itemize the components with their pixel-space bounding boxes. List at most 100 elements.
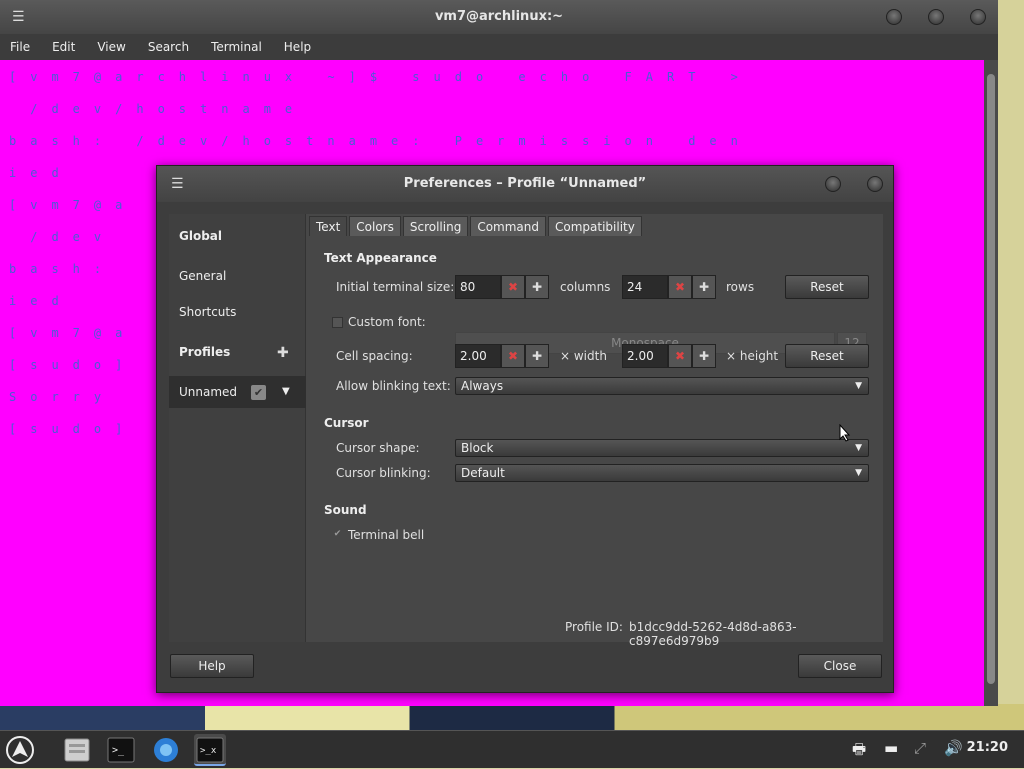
columns-label: columns [560, 280, 611, 294]
tab-scrolling[interactable]: Scrolling [402, 216, 469, 236]
close-button[interactable]: Close [798, 654, 882, 678]
dialog-close-window-button[interactable] [867, 176, 883, 192]
blinking-text-value: Always [461, 379, 504, 393]
sidebar-item-general[interactable]: General [179, 269, 226, 283]
sidebar-item-unnamed-profile[interactable]: Unnamed ✔ ▼ [169, 376, 306, 408]
profile-id-label: Profile ID: [565, 620, 623, 634]
cursor-blinking-label: Cursor blinking: [336, 466, 431, 480]
height-label: × height [726, 349, 779, 363]
terminal-line: Sorry [9, 390, 116, 404]
terminal-bell-label: Terminal bell [348, 528, 425, 542]
rows-increment-button[interactable]: ✚ [692, 275, 716, 299]
dialog-title: Preferences – Profile “Unnamed” [403, 176, 647, 191]
columns-decrement-button[interactable]: ✖ [501, 275, 525, 299]
menu-help[interactable]: Help [284, 40, 311, 54]
columns-increment-button[interactable]: ✚ [525, 275, 549, 299]
wallpaper [0, 704, 1024, 730]
maximize-button[interactable] [928, 9, 944, 25]
tab-command[interactable]: Command [470, 216, 547, 236]
printer-icon[interactable]: 🖶 [852, 739, 866, 764]
terminal-active-icon[interactable]: >_x [194, 734, 226, 766]
sound-heading: Sound [324, 503, 367, 517]
rows-label: rows [726, 280, 755, 294]
width-spacing-input[interactable]: 2.00 [455, 344, 501, 368]
terminal-line: [sudo] [9, 358, 137, 372]
height-spacing-input[interactable]: 2.00 [622, 344, 668, 368]
scrollbar-thumb[interactable] [987, 74, 995, 684]
terminal-scrollbar[interactable] [984, 60, 998, 706]
height-increment-button[interactable]: ✚ [692, 344, 716, 368]
reset-size-button[interactable]: Reset [785, 275, 869, 299]
tab-colors[interactable]: Colors [349, 216, 401, 236]
terminal-line: ied [9, 294, 73, 308]
terminal-line: ied [9, 166, 73, 180]
width-increment-button[interactable]: ✚ [525, 344, 549, 368]
preferences-tabs: Text Colors Scrolling Command Compatibil… [309, 216, 644, 236]
menu-view[interactable]: View [97, 40, 125, 54]
svg-text:>_: >_ [112, 745, 125, 756]
terminal-bell-checkbox[interactable]: ✔ [332, 530, 343, 541]
cursor-shape-value: Block [461, 441, 494, 455]
chevron-down-icon: ▼ [855, 443, 862, 453]
file-manager-icon[interactable] [61, 734, 93, 766]
network-icon[interactable]: ⤢ [914, 739, 926, 757]
close-window-button[interactable] [970, 9, 986, 25]
rows-input[interactable]: 24 [622, 275, 668, 299]
custom-font-checkbox[interactable] [332, 317, 343, 328]
terminal-line: bash: [9, 262, 116, 276]
blinking-text-label: Allow blinking text: [336, 379, 451, 393]
dialog-titlebar[interactable]: ☰ Preferences – Profile “Unnamed” [157, 166, 893, 202]
clock[interactable]: 21:20 [967, 740, 1008, 755]
terminal-menubar: File Edit View Search Terminal Help [0, 34, 998, 60]
cursor-blinking-value: Default [461, 466, 505, 480]
width-decrement-button[interactable]: ✖ [501, 344, 525, 368]
terminal-icon[interactable]: >_ [105, 734, 137, 766]
add-profile-icon[interactable]: ✚ [277, 345, 289, 361]
terminal-line: [sudo] [9, 422, 137, 436]
tab-text[interactable]: Text [309, 216, 348, 236]
volume-icon[interactable]: 🔊 [944, 739, 963, 757]
terminal-titlebar[interactable]: ☰ vm7@archlinux:~ [0, 0, 998, 34]
cursor-heading: Cursor [324, 416, 369, 430]
menu-terminal[interactable]: Terminal [211, 40, 262, 54]
text-tab-pane: Text Appearance Initial terminal size: 8… [309, 236, 883, 648]
width-label: × width [560, 349, 607, 363]
rows-spinner: 24 ✖ ✚ [622, 275, 716, 299]
terminal-line: bash: /dev/hostname: Permission den [9, 134, 752, 148]
menu-file[interactable]: File [10, 40, 30, 54]
mouse-pointer-icon [839, 424, 851, 442]
text-appearance-heading: Text Appearance [324, 251, 437, 265]
tab-compatibility[interactable]: Compatibility [548, 216, 642, 236]
terminal-title: vm7@archlinux:~ [434, 9, 564, 24]
preferences-sidebar: Global General Shortcuts Profiles ✚ Unna… [169, 214, 306, 642]
blinking-text-dropdown[interactable]: Always ▼ [455, 377, 869, 395]
cursor-shape-dropdown[interactable]: Block ▼ [455, 439, 869, 457]
menu-search[interactable]: Search [148, 40, 189, 54]
height-decrement-button[interactable]: ✖ [668, 344, 692, 368]
keyboard-icon[interactable]: ▬ [884, 739, 898, 757]
reset-spacing-button[interactable]: Reset [785, 344, 869, 368]
columns-input[interactable]: 80 [455, 275, 501, 299]
sidebar-item-shortcuts[interactable]: Shortcuts [179, 305, 236, 319]
svg-text:>_x: >_x [200, 746, 217, 756]
desktop: ☰ vm7@archlinux:~ File Edit View Search … [0, 0, 1024, 768]
cursor-blinking-dropdown[interactable]: Default ▼ [455, 464, 869, 482]
dialog-body: Global General Shortcuts Profiles ✚ Unna… [169, 214, 883, 648]
dialog-minimize-button[interactable] [825, 176, 841, 192]
taskbar: >_ >_x 🖶 ▬ ⤢ 🔊 21:20 [0, 730, 1024, 768]
browser-icon[interactable] [150, 734, 182, 766]
profile-id-value: b1dcc9dd-5262-4d8d-a863-c897e6d979b9 [629, 620, 797, 648]
minimize-button[interactable] [886, 9, 902, 25]
terminal-line: [vm7@a [9, 326, 137, 340]
sidebar-heading-profiles: Profiles [179, 345, 231, 359]
terminal-line: /dev [9, 230, 116, 244]
arch-logo-icon[interactable] [4, 734, 36, 766]
custom-font-label: Custom font: [348, 315, 426, 329]
width-spacing-spinner: 2.00 ✖ ✚ [455, 344, 549, 368]
rows-decrement-button[interactable]: ✖ [668, 275, 692, 299]
sidebar-heading-global: Global [179, 229, 223, 243]
cell-spacing-label: Cell spacing: [336, 349, 413, 363]
menu-edit[interactable]: Edit [52, 40, 75, 54]
help-button[interactable]: Help [170, 654, 254, 678]
profile-menu-arrow-icon[interactable]: ▼ [282, 386, 290, 397]
